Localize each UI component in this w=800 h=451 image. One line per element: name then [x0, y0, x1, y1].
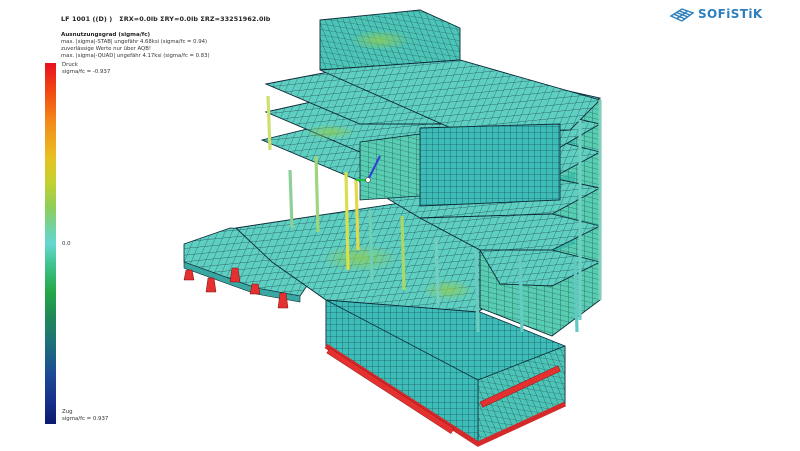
legend-compression-label: Druck: [62, 62, 78, 68]
logo-grid-icon: [669, 8, 695, 22]
model-viewport[interactable]: [170, 8, 630, 448]
building-model[interactable]: [170, 8, 630, 448]
load-case-label: LF 1001 ((D) ): [61, 15, 113, 23]
utilization-colorbar: [45, 63, 56, 424]
brand-name: SOFiSTiK: [698, 7, 763, 21]
sofistik-logo: SOFiSTiK: [668, 4, 766, 24]
legend-bottom: Zug sigma/fc = 0.937: [62, 409, 108, 423]
legend-top: Druck sigma/fc = -0.937: [62, 62, 110, 76]
legend-tension-label: Zug: [62, 409, 73, 415]
legend-mid-value: 0.0: [62, 241, 71, 247]
legend-compression-value: sigma/fc = -0.937: [62, 69, 111, 75]
legend-tension-value: sigma/fc = 0.937: [62, 416, 109, 422]
